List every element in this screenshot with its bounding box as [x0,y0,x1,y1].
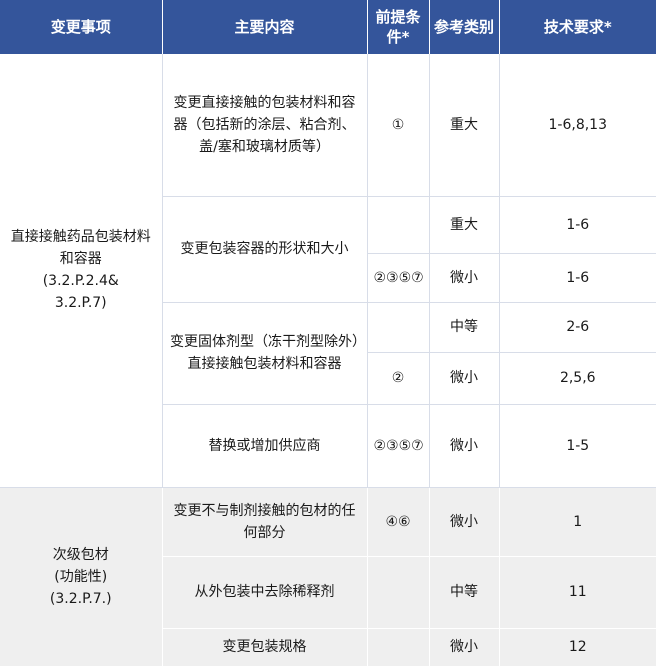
category-type-cell: 微小 [429,487,500,557]
requirement-cell: 1-6,8,13 [499,54,656,197]
requirement-cell: 12 [499,628,656,667]
header-change-item: 变更事项 [0,0,163,54]
header-precondition: 前提条件* [367,0,430,54]
content-cell: 变更包装规格 [162,628,368,667]
change-requirements-table: 变更事项 主要内容 前提条件* 参考类别 技术要求* 直接接触药品包装材料和容器… [0,0,656,667]
requirement-cell: 1-6 [499,253,656,303]
category-cell-primary-packaging: 直接接触药品包装材料和容器 (3.2.P.2.4& 3.2.P.7) [0,54,163,488]
requirement-cell: 1-5 [499,404,656,488]
content-cell: 变更包装容器的形状和大小 [162,196,368,303]
precondition-cell [367,196,430,254]
header-main-content: 主要内容 [162,0,368,54]
header-category: 参考类别 [429,0,500,54]
table-row: 直接接触药品包装材料和容器 (3.2.P.2.4& 3.2.P.7) 变更直接接… [0,54,656,488]
category-type-cell: 重大 [429,54,500,197]
table-row: 次级包材 (功能性) (3.2.P.7.) 变更不与制剂接触的包材的任何部分 ④… [0,487,656,667]
content-cell: 变更固体剂型（冻干剂型除外）直接接触包装材料和容器 [162,302,368,405]
content-cell: 替换或增加供应商 [162,404,368,488]
category-type-cell: 微小 [429,404,500,488]
precondition-cell: ② [367,352,430,405]
header-row: 变更事项 主要内容 前提条件* 参考类别 技术要求* [0,0,656,54]
requirement-cell: 1 [499,487,656,557]
precondition-cell [367,302,430,353]
content-cell: 变更不与制剂接触的包材的任何部分 [162,487,368,557]
requirement-cell: 2-6 [499,302,656,353]
category-type-cell: 微小 [429,628,500,667]
precondition-cell: ④⑥ [367,487,430,557]
precondition-cell: ① [367,54,430,197]
requirement-cell: 11 [499,556,656,629]
requirement-cell: 2,5,6 [499,352,656,405]
header-tech-requirement: 技术要求* [499,0,656,54]
category-type-cell: 重大 [429,196,500,254]
category-type-cell: 微小 [429,253,500,303]
precondition-cell: ②③⑤⑦ [367,404,430,488]
requirement-cell: 1-6 [499,196,656,254]
category-type-cell: 中等 [429,302,500,353]
precondition-cell: ②③⑤⑦ [367,253,430,303]
precondition-cell [367,628,430,667]
precondition-cell [367,556,430,629]
category-type-cell: 中等 [429,556,500,629]
content-cell: 变更直接接触的包装材料和容器（包括新的涂层、粘合剂、盖/塞和玻璃材质等） [162,54,368,197]
content-cell: 从外包装中去除稀释剂 [162,556,368,629]
category-type-cell: 微小 [429,352,500,405]
category-cell-secondary-packaging: 次级包材 (功能性) (3.2.P.7.) [0,487,163,667]
